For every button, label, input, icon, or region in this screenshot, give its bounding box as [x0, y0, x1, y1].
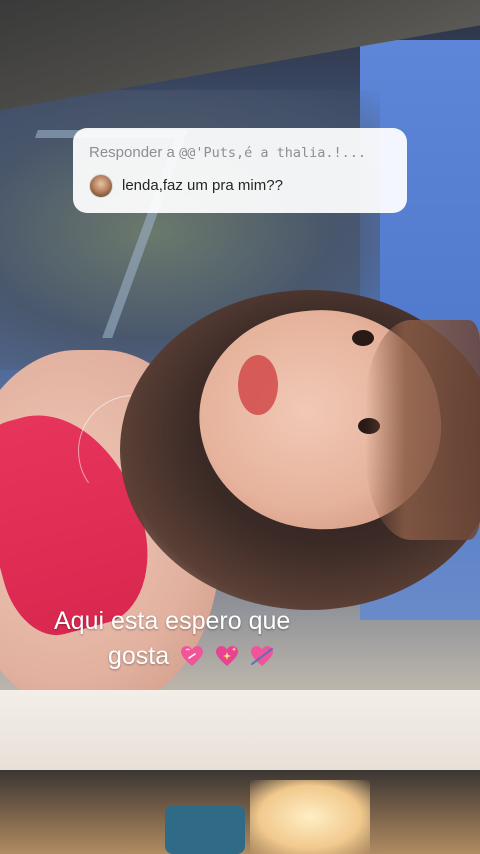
hair-bangs	[365, 320, 480, 540]
lamp-glow	[250, 780, 370, 854]
story-screen: Responder a @@'Puts,é a thalia.!... lend…	[0, 0, 480, 854]
reply-header: Responder a @@'Puts,é a thalia.!...	[89, 144, 393, 162]
sparkling-heart-icon	[216, 646, 239, 666]
eye-left	[352, 330, 374, 346]
reply-handle: @@'Puts,é a thalia.!...	[179, 145, 367, 161]
blue-cushion	[165, 805, 245, 854]
reply-prefix: Responder a	[89, 144, 175, 161]
table-surface	[0, 690, 480, 780]
lips	[238, 355, 278, 415]
heart-with-arrow-icon	[251, 646, 274, 666]
pink-heart-icon	[181, 646, 204, 666]
avatar	[89, 174, 113, 198]
reply-sticker[interactable]: Responder a @@'Puts,é a thalia.!... lend…	[73, 128, 407, 213]
reply-message: lenda,faz um pra mim??	[122, 177, 283, 194]
caption-line-2-text: gosta	[108, 642, 170, 670]
reply-message-row: lenda,faz um pra mim??	[89, 174, 393, 198]
caption-line-2: gosta	[0, 639, 480, 674]
story-caption: Aqui esta espero que gosta	[0, 604, 480, 674]
caption-line-1: Aqui esta espero que	[54, 607, 291, 635]
